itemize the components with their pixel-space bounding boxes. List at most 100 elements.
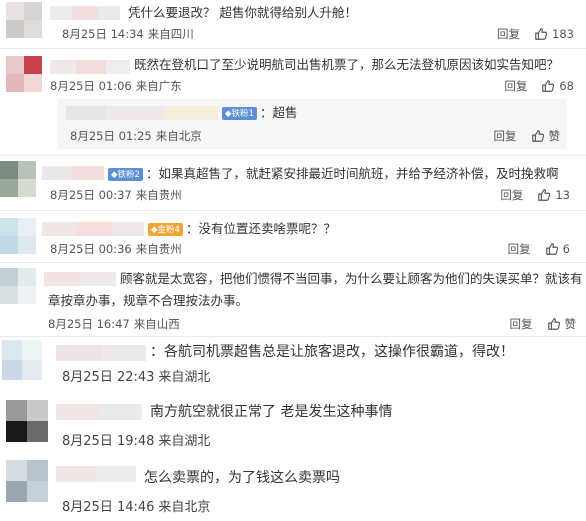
comment-meta: 8月25日 22:43 来自湖北: [62, 366, 210, 385]
thumbs-up-icon: [538, 189, 551, 201]
like-button[interactable]: 13: [537, 188, 570, 202]
reply-button[interactable]: 回复: [494, 128, 517, 144]
thumbs-up-icon: [535, 28, 548, 40]
comment-1: 凭什么要退改？ 超售你就得给别人升舱！ 8月25日 14:34 来自四川 回复 1…: [0, 0, 586, 46]
comment-location: 来自广东: [135, 79, 182, 93]
colon: ：: [259, 105, 273, 120]
like-label: 赞: [548, 129, 561, 143]
comment-meta: 8月25日 00:36 来自贵州: [50, 241, 182, 257]
reply-button[interactable]: 回复: [500, 187, 523, 203]
badge-label: 铁粉1: [231, 108, 254, 119]
comment-location: 来自北京: [158, 500, 211, 515]
avatar[interactable]: [6, 56, 42, 92]
like-count: 183: [552, 27, 574, 41]
avatar[interactable]: [0, 218, 36, 254]
thumbs-up-icon: [542, 80, 555, 92]
comment-8: 南方航空就很正常了 老是发生这种事情 8月25日 19:48 来自湖北: [0, 398, 586, 452]
colon: ：: [150, 344, 164, 360]
comment-text: 凭什么要退改？ 超售你就得给别人升舱！: [128, 5, 357, 20]
avatar[interactable]: [2, 340, 42, 380]
comment-4: ◆ 铁粉2 ：如果真超售了，就赶紧安排最近时间航班，并给予经济补偿，及时挽救啊 8月…: [0, 157, 586, 205]
username-blurred[interactable]: [42, 166, 104, 180]
comment-date: 8月25日 22:43: [62, 370, 155, 385]
comment-actions: 回复 68: [504, 78, 574, 94]
thumbs-up-icon: [531, 130, 544, 142]
comment-actions: 回复 赞: [494, 128, 561, 144]
comment-meta: 8月25日 00:37 来自贵州: [50, 187, 182, 203]
like-button[interactable]: 赞: [547, 316, 577, 332]
badge-label: 铁粉2: [117, 169, 140, 180]
comment-actions: 回复 6: [508, 241, 570, 257]
avatar[interactable]: [6, 400, 48, 442]
comment-text: 既然在登机口了至少说明航司出售机票了，那么无法登机原因该如实告知吧？: [134, 57, 560, 72]
username-blurred[interactable]: [66, 106, 218, 120]
comment-text: 各航司机票超售总是让旅客退改，这操作很霸道，得改！: [164, 344, 514, 360]
comment-meta: 8月25日 14:34 来自四川: [62, 26, 194, 42]
username-blurred[interactable]: [44, 272, 116, 286]
like-label: 赞: [564, 317, 577, 331]
reply-button[interactable]: 回复: [504, 78, 527, 94]
comment-location: 来自山西: [133, 317, 180, 331]
comment-6: 顾客就是太宽容，把他们惯得不当回事，为什么要让顾客为他们的失误买单？就该有 章按…: [0, 264, 586, 334]
divider: [0, 155, 586, 156]
comment-meta: 8月25日 19:48 来自湖北: [62, 430, 210, 449]
username-blurred[interactable]: [56, 345, 146, 361]
comment-text: 南方航空就很正常了 老是发生这种事情: [150, 404, 393, 420]
comment-2: 既然在登机口了至少说明航司出售机票了，那么无法登机原因该如实告知吧？ 8月25日…: [0, 50, 586, 96]
comment-actions: 回复 13: [500, 187, 570, 203]
comment-actions: 回复 183: [497, 26, 574, 42]
avatar[interactable]: [0, 161, 36, 197]
like-button[interactable]: 183: [534, 27, 574, 41]
fan-badge: ◆ 铁粉1: [222, 107, 257, 120]
comment-date: 8月25日 00:36: [50, 242, 132, 256]
comment-3-reply: ◆ 铁粉1 ：超售 8月25日 01:25 来自北京 回复 赞: [0, 100, 586, 148]
avatar[interactable]: [6, 2, 42, 38]
comment-location: 来自贵州: [135, 188, 182, 202]
like-button[interactable]: 赞: [531, 128, 561, 144]
comment-date: 8月25日 16:47: [48, 317, 130, 331]
comment-date: 8月25日 01:06: [50, 79, 132, 93]
comment-7: ：各航司机票超售总是让旅客退改，这操作很霸道，得改！ 8月25日 22:43 来自…: [0, 338, 586, 390]
like-count: 68: [559, 79, 574, 93]
divider: [0, 336, 586, 337]
reply-content: ◆ 铁粉1 ：超售: [220, 104, 298, 122]
comment-9: 怎么卖票的，为了钱这么卖票吗 8月25日 14:46 来自北京: [0, 458, 586, 518]
username-blurred[interactable]: [50, 6, 120, 20]
divider: [0, 262, 586, 263]
reply-button[interactable]: 回复: [497, 26, 520, 42]
reply-button[interactable]: 回复: [508, 241, 531, 257]
username-blurred[interactable]: [42, 222, 144, 236]
fan-badge: ◆ 铁粉2: [108, 168, 143, 181]
comment-text-line-1: 顾客就是太宽容，把他们惯得不当回事，为什么要让顾客为他们的失误买单？就该有: [120, 271, 583, 286]
comment-meta: 8月25日 16:47 来自山西: [48, 316, 180, 332]
comment-location: 来自湖北: [158, 370, 211, 385]
comment-location: 来自北京: [155, 129, 202, 143]
username-blurred[interactable]: [56, 466, 136, 482]
reply-button[interactable]: 回复: [510, 316, 533, 332]
comment-text: 超售: [272, 105, 298, 120]
comment-text: 没有位置还卖啥票呢？？: [198, 221, 336, 236]
username-blurred[interactable]: [50, 60, 130, 74]
comment-text: 如果真超售了，就赶紧安排最近时间航班，并给予经济补偿，及时挽救啊: [158, 166, 559, 181]
avatar[interactable]: [6, 460, 48, 502]
avatar[interactable]: [0, 268, 36, 304]
comment-content: ：各航司机票超售总是让旅客退改，这操作很霸道，得改！: [150, 342, 514, 362]
divider: [0, 48, 586, 49]
like-button[interactable]: 68: [541, 79, 574, 93]
comment-location: 来自贵州: [135, 242, 182, 256]
comment-date: 8月25日 00:37: [50, 188, 132, 202]
comment-location: 来自四川: [147, 27, 194, 41]
like-button[interactable]: 6: [545, 242, 570, 256]
comment-date: 8月25日 14:46: [62, 500, 155, 515]
comment-meta: 8月25日 01:06 来自广东: [50, 78, 182, 94]
comment-actions: 回复 赞: [510, 316, 577, 332]
colon: ：: [145, 166, 159, 181]
reply-content: ◆ 金粉4 ：没有位置还卖啥票呢？？: [146, 220, 336, 238]
like-count: 13: [555, 188, 570, 202]
username-blurred[interactable]: [56, 404, 142, 420]
comment-meta: 8月25日 14:46 来自北京: [62, 496, 210, 515]
comment-text: 怎么卖票的，为了钱这么卖票吗: [144, 470, 340, 486]
thumbs-up-icon: [547, 318, 560, 330]
thumbs-up-icon: [545, 243, 558, 255]
comment-date: 8月25日 19:48: [62, 434, 155, 449]
